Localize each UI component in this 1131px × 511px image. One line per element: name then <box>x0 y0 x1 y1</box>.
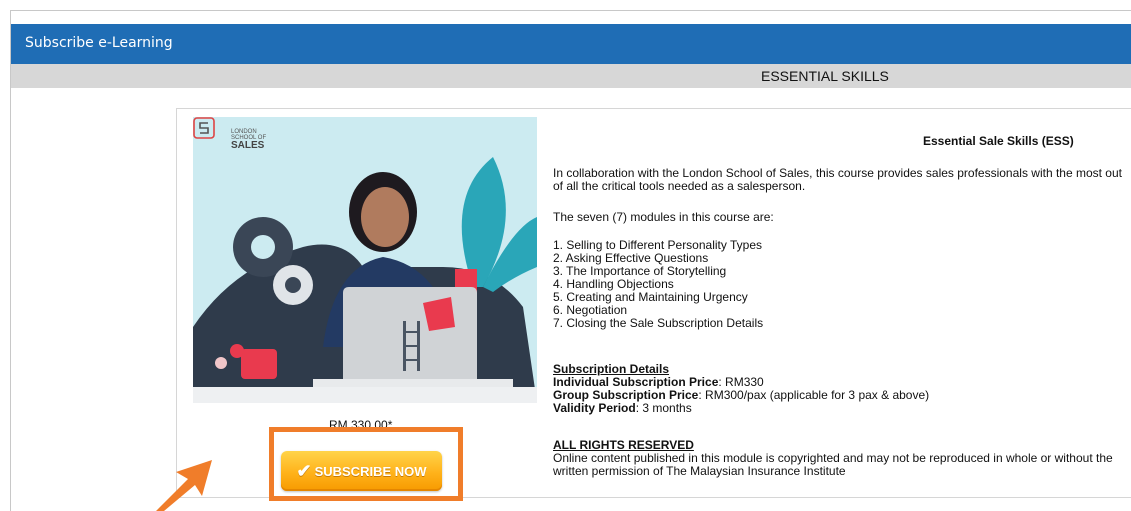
course-title: Essential Sale Skills (ESS) <box>923 134 1074 148</box>
page-title: Subscribe e-Learning <box>25 35 173 51</box>
subscribe-now-button[interactable]: ✔ SUBSCRIBE NOW <box>281 451 442 491</box>
course-intro: In collaboration with the London School … <box>553 166 1122 193</box>
validity-period: Validity Period: 3 months <box>553 401 692 415</box>
header-bar: Subscribe e-Learning <box>11 24 1131 64</box>
course-illustration <box>193 157 537 403</box>
course-description: Essential Sale Skills (ESS) In collabora… <box>553 115 1131 481</box>
pointer-arrow-icon <box>156 460 212 511</box>
logo-text: LONDON SCHOOL OF SALES <box>231 129 267 151</box>
subscribe-button-label: SUBSCRIBE NOW <box>314 463 427 479</box>
logo-icon <box>193 117 215 139</box>
modules-lead: The seven (7) modules in this course are… <box>553 210 774 224</box>
module-list: 1. Selling to Different Personality Type… <box>553 239 763 330</box>
section-label: ESSENTIAL SKILLS <box>761 68 889 84</box>
rights-text: Online content published in this module … <box>553 451 1113 478</box>
section-bar: ESSENTIAL SKILLS <box>11 64 1131 88</box>
checkmark-icon: ✔ <box>296 460 312 481</box>
module-item: 7. Closing the Sale Subscription Details <box>553 316 764 330</box>
course-image: LONDON SCHOOL OF SALES <box>193 117 537 403</box>
